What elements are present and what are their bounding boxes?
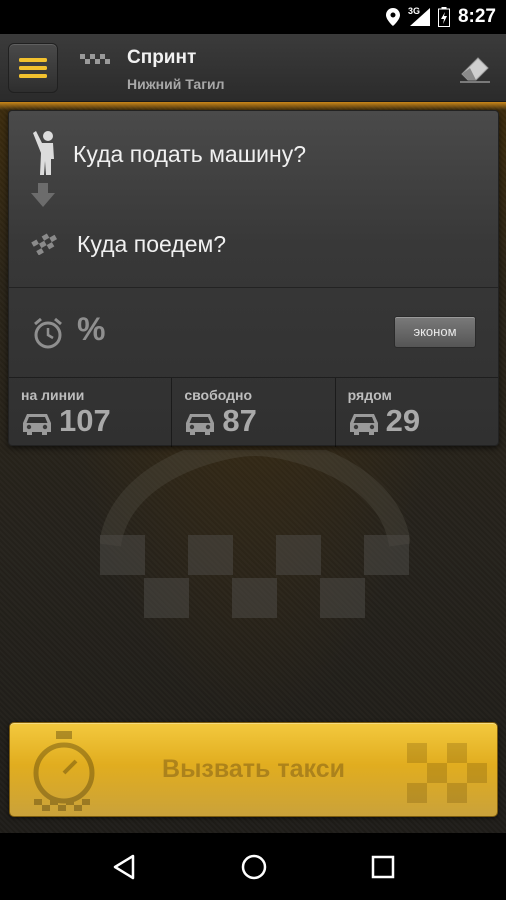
accent-strip bbox=[0, 102, 506, 110]
navigation-bar bbox=[0, 833, 506, 900]
location-icon bbox=[385, 8, 400, 26]
home-icon[interactable] bbox=[240, 853, 268, 881]
stat-free: свободно 87 bbox=[172, 378, 336, 447]
battery-icon bbox=[437, 7, 450, 27]
app-bar: Спринт Нижний Тагил bbox=[0, 34, 506, 102]
order-card: Куда подать машину? Куда поедем? % эконо… bbox=[8, 110, 499, 447]
pickup-row[interactable]: Куда подать машину? bbox=[9, 111, 498, 201]
city-name[interactable]: Нижний Тагил bbox=[127, 76, 225, 92]
stat-label: на линии bbox=[21, 387, 85, 403]
network-type: 3G bbox=[407, 6, 420, 16]
stat-label: свободно bbox=[184, 387, 252, 403]
pickup-address-field[interactable]: Куда подать машину? bbox=[73, 141, 306, 168]
hailing-person-icon bbox=[33, 131, 54, 175]
call-taxi-label: Вызвать такси bbox=[162, 755, 345, 783]
arrow-down-icon bbox=[31, 183, 55, 207]
status-bar: 3G 8:27 bbox=[0, 0, 506, 34]
stat-label: рядом bbox=[347, 387, 392, 403]
car-icon bbox=[186, 414, 215, 435]
stat-value: 29 bbox=[385, 403, 421, 438]
call-taxi-button[interactable]: Вызвать такси bbox=[9, 722, 498, 817]
taxi-stats: на линии 107 свободно 87 рядом 29 bbox=[9, 377, 498, 447]
back-icon[interactable] bbox=[111, 853, 137, 881]
alarm-clock-icon[interactable] bbox=[31, 316, 65, 350]
clear-button[interactable] bbox=[458, 52, 492, 89]
menu-icon bbox=[19, 58, 47, 78]
clock-time: 8:27 bbox=[457, 6, 496, 27]
recents-icon[interactable] bbox=[371, 855, 395, 879]
stat-value: 87 bbox=[222, 403, 257, 438]
stat-value: 107 bbox=[59, 403, 111, 438]
status-icons: 3G 8:27 bbox=[385, 0, 496, 34]
eraser-icon bbox=[460, 57, 490, 83]
divider bbox=[9, 287, 498, 288]
menu-button[interactable] bbox=[8, 43, 58, 93]
taxi-checker-icon bbox=[80, 54, 110, 64]
discount-button[interactable]: % bbox=[77, 311, 105, 348]
tariff-button[interactable]: эконом bbox=[394, 316, 476, 348]
checkered-flag-icon bbox=[31, 233, 58, 255]
stat-nearby: рядом 29 bbox=[336, 378, 498, 447]
car-icon bbox=[349, 414, 378, 435]
taxi-emblem-watermark bbox=[100, 450, 410, 618]
stat-online: на линии 107 bbox=[9, 378, 173, 447]
car-icon bbox=[23, 414, 51, 435]
app-title: Спринт bbox=[127, 47, 197, 68]
destination-address-field[interactable]: Куда поедем? bbox=[77, 231, 226, 258]
